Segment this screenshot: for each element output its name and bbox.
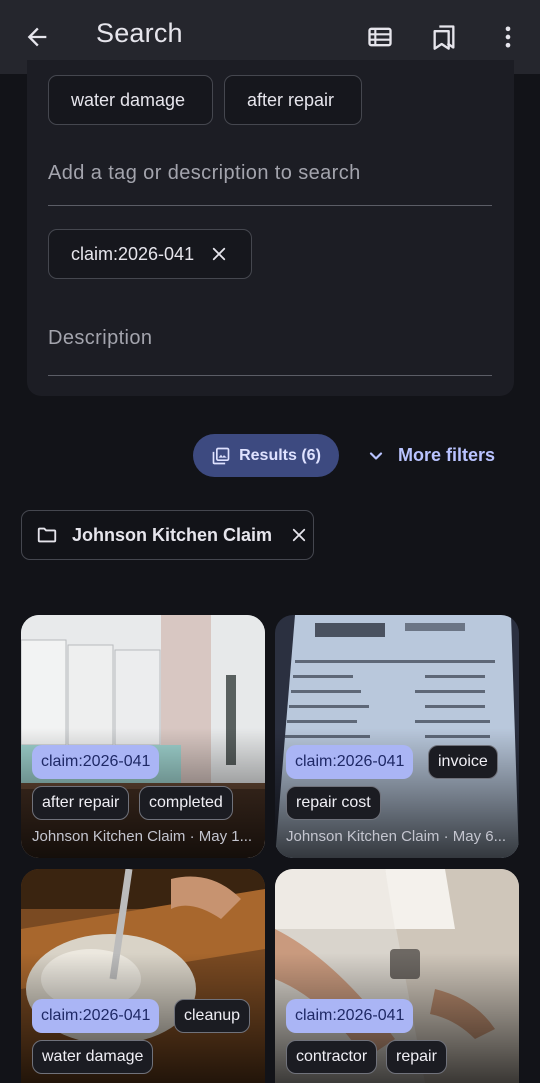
tag-label: contractor xyxy=(286,1040,378,1074)
description-input[interactable]: Description xyxy=(48,318,492,376)
arrow-back-icon[interactable] xyxy=(20,20,54,54)
claim-filter-chip[interactable]: claim:2026-041 xyxy=(48,229,252,279)
chip-label: after repair xyxy=(247,89,335,110)
results-button[interactable]: Results (6) xyxy=(193,434,339,477)
tag-label: invoice xyxy=(428,745,498,779)
tag-search-input[interactable]: Add a tag or description to search xyxy=(48,150,492,206)
folder-icon xyxy=(37,527,57,543)
tag-label: claim:2026-041 xyxy=(32,999,160,1033)
photo-caption: Johnson Kitchen Claim · May 6... xyxy=(286,828,507,845)
close-icon[interactable] xyxy=(290,526,308,544)
photo-tile[interactable]: claim:2026-041 contractor repair xyxy=(275,869,519,1083)
list-view-icon[interactable] xyxy=(363,20,397,54)
folder-label: Johnson Kitchen Claim xyxy=(72,524,273,545)
tag-label: claim:2026-041 xyxy=(32,745,160,779)
tag-label: water damage xyxy=(32,1040,154,1074)
tag-label: cleanup xyxy=(174,999,251,1033)
chip-label: claim:2026-041 xyxy=(71,243,195,264)
tag-label: after repair xyxy=(32,786,130,820)
tag-chip-water-damage[interactable]: water damage xyxy=(48,75,213,125)
tag-chip-after-repair[interactable]: after repair xyxy=(224,75,362,125)
page-title: Search xyxy=(96,18,183,48)
more-filters-label: More filters xyxy=(398,445,496,465)
tag-label: repair cost xyxy=(286,786,381,820)
photo-tile[interactable]: claim:2026-041 after repair completed Jo… xyxy=(21,615,265,858)
tag-label: completed xyxy=(139,786,233,820)
photo-tile[interactable]: claim:2026-041 invoice repair cost Johns… xyxy=(275,615,519,858)
photo-caption: Johnson Kitchen Claim · May 1... xyxy=(32,828,253,845)
folder-filter-chip[interactable]: Johnson Kitchen Claim xyxy=(21,510,314,560)
photo-tile[interactable]: claim:2026-041 cleanup water damage xyxy=(21,869,265,1083)
bookmarks-icon[interactable] xyxy=(427,20,461,54)
more-filters-button[interactable]: More filters xyxy=(366,434,495,477)
tag-label: claim:2026-041 xyxy=(286,745,414,779)
tag-label: repair xyxy=(386,1040,447,1074)
results-label: Results (6) xyxy=(239,446,321,464)
description-placeholder: Description xyxy=(48,327,153,349)
tag-label: claim:2026-041 xyxy=(286,999,414,1033)
close-icon[interactable] xyxy=(210,245,228,263)
chevron-down-icon xyxy=(369,451,383,460)
chip-label: water damage xyxy=(71,89,186,110)
tag-search-placeholder: Add a tag or description to search xyxy=(48,162,361,184)
photo-library-icon xyxy=(212,447,230,464)
more-vert-icon[interactable] xyxy=(491,20,525,54)
